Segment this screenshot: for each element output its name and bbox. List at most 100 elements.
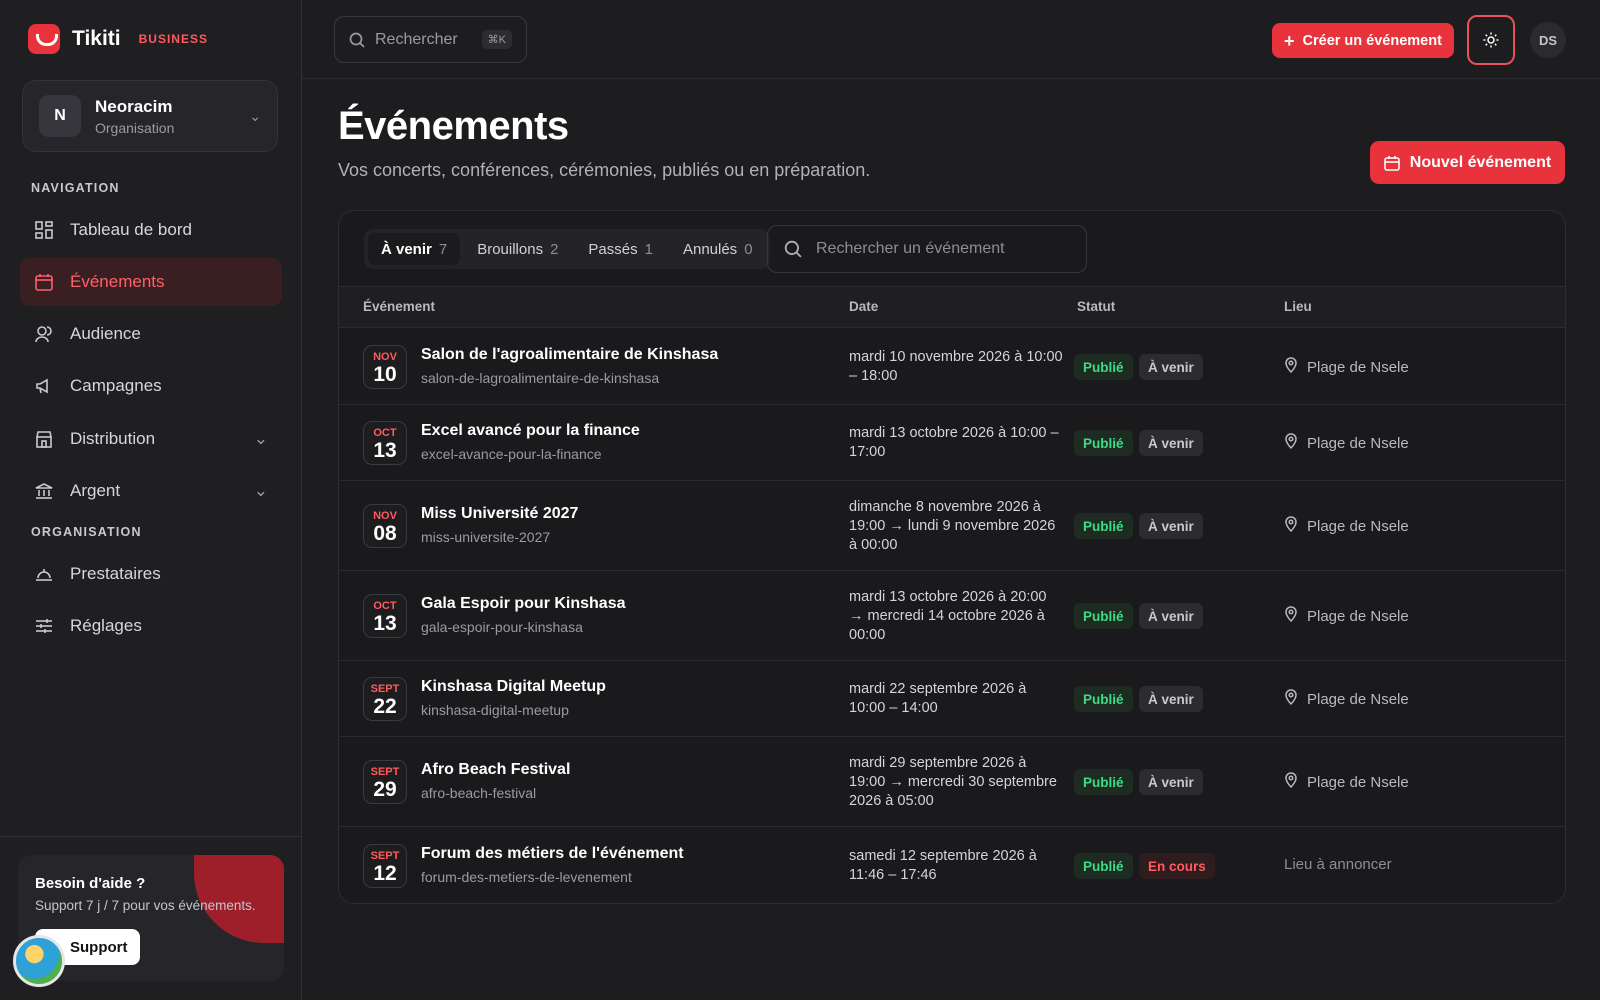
sidebar-item-providers[interactable]: Prestataires bbox=[20, 550, 282, 598]
tab-upcoming[interactable]: À venir 7 bbox=[368, 233, 461, 265]
brand-name: Tikiti bbox=[72, 27, 121, 50]
search-placeholder: Rechercher bbox=[375, 30, 458, 48]
chevron-down-icon: ⌄ bbox=[253, 429, 268, 448]
event-name[interactable]: Excel avancé pour la finance bbox=[421, 422, 640, 440]
sidebar: Tikiti BUSINESS N Neoracim Organisation … bbox=[0, 0, 302, 1000]
tab-count: 2 bbox=[550, 240, 559, 258]
state-badge: À venir bbox=[1139, 686, 1203, 712]
new-event-button[interactable]: Nouvel événement bbox=[1370, 141, 1565, 184]
event-name[interactable]: Forum des métiers de l'événement bbox=[421, 845, 684, 863]
org-name: Neoracim bbox=[95, 96, 173, 116]
column-header-status[interactable]: Statut bbox=[1077, 299, 1115, 314]
column-header-venue[interactable]: Lieu bbox=[1284, 299, 1312, 314]
map-pin-icon bbox=[1284, 606, 1298, 626]
tab-cancelled[interactable]: Annulés 0 bbox=[670, 233, 766, 265]
venue-label: Lieu à annoncer bbox=[1284, 856, 1392, 873]
sidebar-item-dashboard[interactable]: Tableau de bord bbox=[20, 206, 282, 254]
event-name[interactable]: Kinshasa Digital Meetup bbox=[421, 678, 606, 696]
event-slug: afro-beach-festival bbox=[421, 785, 537, 801]
calendar-icon bbox=[34, 272, 54, 292]
date-month: NOV bbox=[373, 510, 397, 522]
org-section-title: ORGANISATION bbox=[31, 525, 142, 539]
shortcut-badge: ⌘K bbox=[481, 30, 512, 49]
date-day: 13 bbox=[373, 439, 397, 462]
event-name[interactable]: Miss Université 2027 bbox=[421, 505, 578, 523]
venue-label: Plage de Nsele bbox=[1307, 607, 1409, 625]
sidebar-item-campaigns[interactable]: Campagnes bbox=[20, 362, 282, 410]
date-month: NOV bbox=[373, 351, 397, 363]
status-tabs: À venir 7 Brouillons 2 Passés 1 Annulés … bbox=[364, 229, 770, 269]
event-venue: Plage de Nsele bbox=[1284, 433, 1409, 453]
event-venue: Plage de Nsele bbox=[1284, 772, 1409, 792]
sun-icon bbox=[1483, 32, 1499, 48]
event-name[interactable]: Salon de l'agroalimentaire de Kinshasa bbox=[421, 346, 718, 364]
bank-icon bbox=[34, 481, 54, 501]
date-month: SEPT bbox=[370, 850, 400, 862]
event-search-placeholder: Rechercher un événement bbox=[816, 240, 1005, 257]
theme-toggle[interactable] bbox=[1467, 15, 1515, 65]
create-event-button[interactable]: + Créer un événement bbox=[1272, 23, 1454, 58]
venue-label: Plage de Nsele bbox=[1307, 358, 1409, 376]
date-day: 12 bbox=[373, 862, 397, 885]
sidebar-item-audience[interactable]: Audience bbox=[20, 310, 282, 358]
event-name[interactable]: Afro Beach Festival bbox=[421, 761, 570, 779]
tab-drafts[interactable]: Brouillons 2 bbox=[464, 233, 571, 265]
page-subtitle: Vos concerts, conférences, cérémonies, p… bbox=[338, 160, 871, 180]
tab-label: À venir bbox=[381, 240, 432, 258]
event-slug: forum-des-metiers-de-levenement bbox=[421, 869, 632, 885]
user-avatar[interactable]: DS bbox=[1530, 22, 1566, 58]
sidebar-item-settings[interactable]: Réglages bbox=[20, 602, 282, 650]
event-search-input[interactable]: Rechercher un événement bbox=[767, 225, 1087, 273]
table-row[interactable]: OCT 13 Gala Espoir pour Kinshasa gala-es… bbox=[339, 571, 1565, 661]
sliders-icon bbox=[34, 616, 54, 636]
sidebar-item-distribution[interactable]: Distribution ⌄ bbox=[20, 415, 282, 463]
tab-past[interactable]: Passés 1 bbox=[575, 233, 666, 265]
table-row[interactable]: SEPT 12 Forum des métiers de l'événement… bbox=[339, 827, 1565, 903]
search-icon bbox=[784, 240, 802, 258]
map-pin-icon bbox=[1284, 772, 1298, 792]
global-search[interactable]: Rechercher ⌘K bbox=[334, 16, 527, 63]
date-badge: SEPT 12 bbox=[363, 844, 407, 888]
event-date: dimanche 8 novembre 2026 à 19:00 → lundi… bbox=[849, 499, 1056, 553]
event-date: mardi 29 septembre 2026 à 19:00 → mercre… bbox=[849, 755, 1057, 809]
column-header-date[interactable]: Date bbox=[849, 299, 878, 314]
event-slug: kinshasa-digital-meetup bbox=[421, 702, 569, 718]
sidebar-item-events[interactable]: Événements bbox=[20, 258, 282, 306]
date-badge: OCT 13 bbox=[363, 421, 407, 465]
column-header-event[interactable]: Événement bbox=[363, 299, 435, 314]
chevron-down-icon: ⌄ bbox=[253, 481, 268, 500]
megaphone-icon bbox=[34, 376, 54, 396]
table-row[interactable]: OCT 13 Excel avancé pour la finance exce… bbox=[339, 405, 1565, 481]
sidebar-item-label: Campagnes bbox=[70, 376, 162, 395]
sidebar-divider bbox=[0, 836, 302, 837]
published-badge: Publié bbox=[1074, 853, 1133, 879]
event-venue: Plage de Nsele bbox=[1284, 516, 1409, 536]
events-panel: À venir 7 Brouillons 2 Passés 1 Annulés … bbox=[338, 210, 1566, 904]
tab-count: 7 bbox=[438, 240, 448, 258]
table-row[interactable]: SEPT 29 Afro Beach Festival afro-beach-f… bbox=[339, 737, 1565, 827]
event-slug: gala-espoir-pour-kinshasa bbox=[421, 619, 583, 635]
event-name[interactable]: Gala Espoir pour Kinshasa bbox=[421, 595, 626, 613]
brand[interactable]: Tikiti BUSINESS bbox=[28, 24, 208, 54]
tab-count: 1 bbox=[644, 240, 653, 258]
dashboard-icon bbox=[34, 220, 54, 240]
event-venue: Plage de Nsele bbox=[1284, 689, 1409, 709]
sidebar-item-label: Réglages bbox=[70, 616, 142, 635]
map-pin-icon bbox=[1284, 516, 1298, 536]
table-row[interactable]: NOV 10 Salon de l'agroalimentaire de Kin… bbox=[339, 329, 1565, 405]
table-row[interactable]: NOV 08 Miss Université 2027 miss-univers… bbox=[339, 481, 1565, 571]
map-pin-icon bbox=[1284, 689, 1298, 709]
map-pin-icon bbox=[1284, 433, 1298, 453]
published-badge: Publié bbox=[1074, 769, 1133, 795]
calendar-plus-icon bbox=[1383, 155, 1400, 171]
table-row[interactable]: SEPT 22 Kinshasa Digital Meetup kinshasa… bbox=[339, 661, 1565, 737]
table-header: Événement Date Statut Lieu bbox=[339, 286, 1565, 328]
state-badge: En cours bbox=[1139, 853, 1215, 879]
help-subtitle: Support 7 j / 7 pour vos événements. bbox=[35, 898, 256, 913]
date-day: 13 bbox=[373, 612, 397, 635]
sidebar-item-money[interactable]: Argent ⌄ bbox=[20, 467, 282, 515]
published-badge: Publié bbox=[1074, 686, 1133, 712]
published-badge: Publié bbox=[1074, 513, 1133, 539]
support-avatar[interactable] bbox=[13, 935, 65, 987]
org-switcher[interactable]: N Neoracim Organisation ⌄ bbox=[22, 80, 278, 152]
